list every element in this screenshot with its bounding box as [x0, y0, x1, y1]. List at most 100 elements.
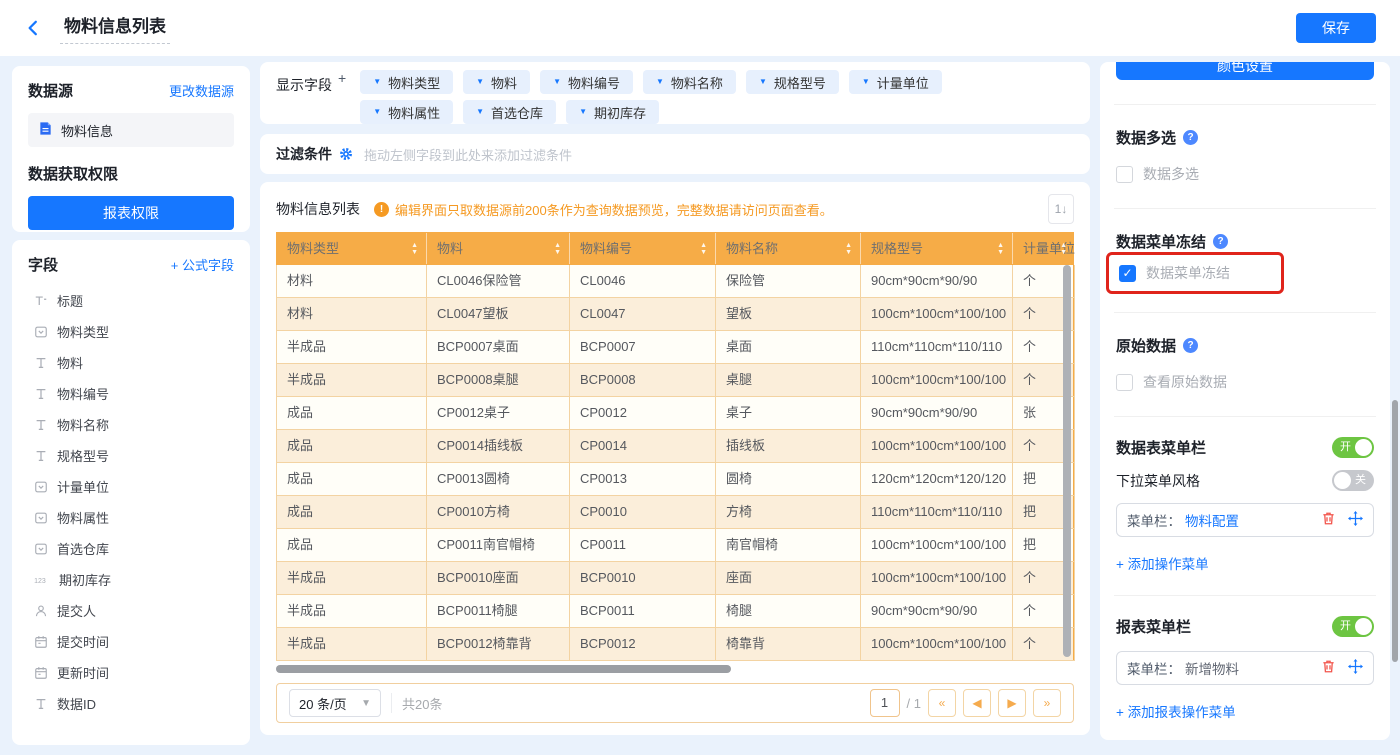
table-column-header[interactable]: 物料类型 ▲ ▼	[277, 233, 427, 264]
field-item[interactable]: 提交时间	[28, 626, 234, 657]
table-row[interactable]: 半成品 BCP0010座面 BCP0010 座面 100cm*100cm*100/100…	[277, 562, 1075, 595]
page-size-select[interactable]: 20 条/页 ▼	[289, 689, 381, 717]
gear-icon[interactable]	[339, 147, 353, 161]
filter-label: 过滤条件	[276, 146, 332, 162]
field-item[interactable]: 规格型号	[28, 440, 234, 471]
display-field-chip[interactable]: ▼ 物料名称	[643, 70, 736, 94]
field-item[interactable]: 数据ID	[28, 688, 234, 719]
raw-data-checkbox[interactable]	[1116, 373, 1133, 391]
add-report-menu-link[interactable]: + 添加报表操作菜单	[1116, 701, 1236, 721]
sort-order-button[interactable]: 1↓	[1048, 194, 1074, 224]
trash-icon[interactable]	[1321, 659, 1336, 677]
field-item[interactable]: 123 期初库存	[28, 564, 234, 595]
field-item[interactable]: 物料类型	[28, 316, 234, 347]
table-menu-toggle[interactable]: 开	[1332, 437, 1374, 458]
table-row[interactable]: 半成品 BCP0008桌腿 BCP0008 桌腿 100cm*100cm*100/100…	[277, 364, 1075, 397]
field-item[interactable]: 更新时间	[28, 657, 234, 688]
display-field-chip[interactable]: ▼ 首选仓库	[463, 100, 557, 124]
back-icon[interactable]	[24, 17, 46, 39]
table-column-header[interactable]: 规格型号 ▲ ▼	[861, 233, 1013, 264]
table-cell: 成品	[277, 430, 427, 463]
next-page-button[interactable]: ▶	[998, 689, 1026, 717]
field-item[interactable]: 提交人	[28, 595, 234, 626]
field-item[interactable]: 计量单位	[28, 471, 234, 502]
table-column-header[interactable]: 计量单位 ▲ ▼	[1013, 233, 1075, 264]
menu-freeze-checkbox[interactable]: ✓	[1119, 264, 1136, 282]
add-table-menu-link[interactable]: + 添加操作菜单	[1116, 553, 1209, 573]
help-icon[interactable]: ?	[1183, 130, 1199, 145]
change-datasource-link[interactable]: 更改数据源	[169, 81, 234, 100]
table-cell: 半成品	[277, 331, 427, 364]
field-item[interactable]: 物料	[28, 347, 234, 378]
sort-carets-icon[interactable]: ▲ ▼	[700, 233, 707, 264]
table-header-row: 物料类型 ▲ ▼ 物料 ▲ ▼ 物料编号 ▲ ▼ 物料名称 ▲ ▼ 规格型号 ▲ ▼ 计量单位 ▲ ▼	[276, 232, 1075, 265]
multi-select-checkbox[interactable]	[1116, 165, 1133, 183]
table-row[interactable]: 半成品 BCP0007桌面 BCP0007 桌面 110cm*110cm*110/110…	[277, 331, 1075, 364]
table-row[interactable]: 成品 CP0011南官帽椅 CP0011 南官帽椅 100cm*100cm*100/10…	[277, 529, 1075, 562]
display-field-chip[interactable]: ▼ 计量单位	[848, 70, 942, 94]
field-item[interactable]: 标题	[28, 285, 234, 316]
table-cell: 圆椅	[716, 463, 861, 496]
table-row[interactable]: 材料 CL0047望板 CL0047 望板 100cm*100cm*100/100 个	[277, 298, 1075, 331]
table-vertical-scrollbar[interactable]	[1063, 265, 1071, 657]
display-field-chip[interactable]: ▼ 物料编号	[540, 70, 633, 94]
table-row[interactable]: 成品 CP0014插线板 CP0014 插线板 100cm*100cm*100/100 个	[277, 430, 1075, 463]
sort-carets-icon[interactable]: ▲ ▼	[1060, 233, 1067, 264]
report-menu-heading: 报表菜单栏	[1116, 619, 1192, 636]
first-page-button[interactable]: «	[928, 689, 956, 717]
report-menu-toggle[interactable]: 开	[1332, 616, 1374, 637]
help-icon[interactable]: ?	[1183, 338, 1199, 353]
table-row[interactable]: 材料 CL0046保险管 CL0046 保险管 90cm*90cm*90/90 个	[277, 265, 1075, 298]
add-formula-field-link[interactable]: + 公式字段	[171, 255, 234, 274]
table-row[interactable]: 半成品 BCP0011椅腿 BCP0011 椅腿 90cm*90cm*90/90 个	[277, 595, 1075, 628]
display-field-chip[interactable]: ▼ 期初库存	[566, 100, 659, 124]
add-display-field-button[interactable]: +	[338, 70, 346, 116]
page-number-input[interactable]: 1	[869, 689, 900, 717]
table-row[interactable]: 成品 CP0012桌子 CP0012 桌子 90cm*90cm*90/90 张	[277, 397, 1075, 430]
table-row[interactable]: 成品 CP0013圆椅 CP0013 圆椅 120cm*120cm*120/120 把	[277, 463, 1075, 496]
sort-carets-icon[interactable]: ▲ ▼	[997, 233, 1004, 264]
table-cell: 90cm*90cm*90/90	[861, 595, 1013, 628]
trash-icon[interactable]	[1321, 511, 1336, 529]
table-column-header[interactable]: 物料编号 ▲ ▼	[570, 233, 716, 264]
display-field-chip[interactable]: ▼ 物料类型	[360, 70, 454, 94]
report-permission-button[interactable]: 报表权限	[28, 196, 234, 230]
field-item[interactable]: 物料属性	[28, 502, 234, 533]
sort-carets-icon[interactable]: ▲ ▼	[554, 233, 561, 264]
field-item[interactable]: 物料名称	[28, 409, 234, 440]
display-field-chip[interactable]: ▼ 规格型号	[745, 70, 839, 94]
menu-freeze-heading: 数据菜单冻结	[1116, 234, 1207, 251]
help-icon[interactable]: ?	[1213, 234, 1229, 249]
chevron-down-icon: ▼	[476, 107, 485, 116]
menu-item-name[interactable]: 新增物料	[1185, 658, 1239, 678]
table-title: 物料信息列表	[276, 201, 360, 217]
table-row[interactable]: 成品 CP0010方椅 CP0010 方椅 110cm*110cm*110/110 把	[277, 496, 1075, 529]
page-title: 物料信息列表	[60, 12, 170, 44]
report-menu-item[interactable]: 菜单栏： 新增物料	[1116, 651, 1374, 685]
table-column-header[interactable]: 物料名称 ▲ ▼	[716, 233, 861, 264]
prev-page-button[interactable]: ◀	[963, 689, 991, 717]
move-icon[interactable]	[1348, 511, 1363, 529]
field-item[interactable]: 首选仓库	[28, 533, 234, 564]
field-item[interactable]: 物料编号	[28, 378, 234, 409]
sort-carets-icon[interactable]: ▲ ▼	[411, 233, 418, 264]
display-field-chip[interactable]: ▼ 物料	[463, 70, 531, 94]
field-item-label: 提交时间	[57, 635, 110, 650]
table-cell: 100cm*100cm*100/100	[861, 628, 1013, 661]
datasource-item[interactable]: 物料信息	[28, 113, 234, 147]
display-field-chip[interactable]: ▼ 物料属性	[360, 100, 454, 124]
field-item-label: 物料名称	[57, 418, 110, 433]
sort-carets-icon[interactable]: ▲ ▼	[845, 233, 852, 264]
window-scrollbar[interactable]	[1392, 400, 1398, 662]
menu-item-name[interactable]: 物料配置	[1185, 510, 1239, 530]
dropdown-style-toggle[interactable]: 关	[1332, 470, 1374, 491]
save-button[interactable]: 保存	[1296, 13, 1376, 43]
table-cell: BCP0010座面	[427, 562, 570, 595]
color-settings-button[interactable]: 颜色设置	[1116, 62, 1374, 80]
table-menu-item[interactable]: 菜单栏： 物料配置	[1116, 503, 1374, 537]
table-column-header[interactable]: 物料 ▲ ▼	[427, 233, 570, 264]
table-row[interactable]: 半成品 BCP0012椅靠背 BCP0012 椅靠背 100cm*100cm*100/1…	[277, 628, 1075, 661]
table-horizontal-scrollbar[interactable]	[276, 665, 731, 673]
last-page-button[interactable]: »	[1033, 689, 1061, 717]
move-icon[interactable]	[1348, 659, 1363, 677]
